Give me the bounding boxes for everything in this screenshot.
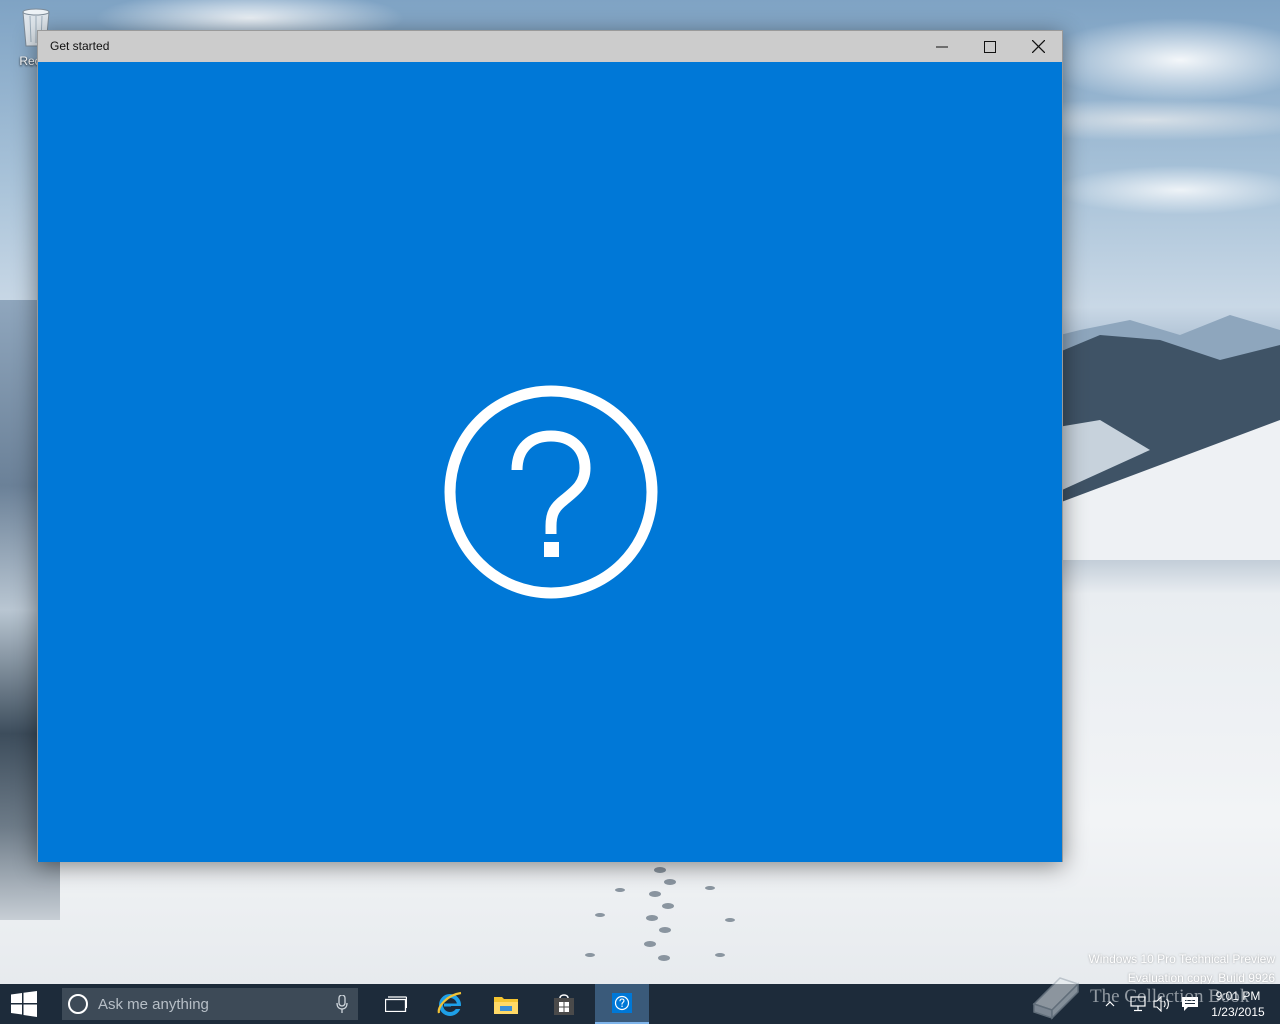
window-content — [38, 62, 1062, 862]
minimize-button[interactable] — [918, 31, 966, 62]
cortana-icon — [68, 994, 88, 1014]
help-circle-icon — [444, 385, 658, 599]
watermark-line-1: Windows 10 Pro Technical Preview — [1088, 952, 1275, 966]
window-title: Get started — [50, 39, 110, 53]
maximize-icon — [984, 40, 996, 53]
internet-explorer-icon — [437, 991, 462, 1016]
overlay-watermark-logo: The Collection Book — [1030, 974, 1249, 1020]
get-started-taskbar-button[interactable] — [595, 984, 649, 1024]
start-button[interactable] — [0, 984, 48, 1024]
search-placeholder: Ask me anything — [98, 995, 209, 1013]
task-view-button[interactable] — [372, 984, 420, 1024]
internet-explorer-button[interactable] — [426, 984, 474, 1024]
file-explorer-icon — [494, 997, 518, 1014]
overlay-logo-text: The Collection Book — [1090, 986, 1250, 1007]
microphone-icon[interactable] — [336, 995, 348, 1013]
window-titlebar[interactable]: Get started — [38, 31, 1062, 62]
get-started-icon — [612, 993, 632, 1013]
close-icon — [1031, 40, 1045, 53]
store-icon — [554, 994, 574, 1015]
windows-logo-icon — [11, 991, 37, 1017]
book-icon — [1032, 977, 1080, 1020]
store-button[interactable] — [540, 984, 588, 1024]
minimize-icon — [936, 46, 948, 47]
task-view-icon — [385, 996, 407, 1012]
maximize-button[interactable] — [966, 31, 1014, 62]
desktop-mountains — [1040, 315, 1280, 560]
close-button[interactable] — [1014, 31, 1062, 62]
file-explorer-button[interactable] — [482, 984, 530, 1024]
desktop-footprints — [585, 867, 735, 961]
get-started-window: Get started — [37, 30, 1063, 862]
cortana-search-box[interactable]: Ask me anything — [62, 988, 358, 1020]
